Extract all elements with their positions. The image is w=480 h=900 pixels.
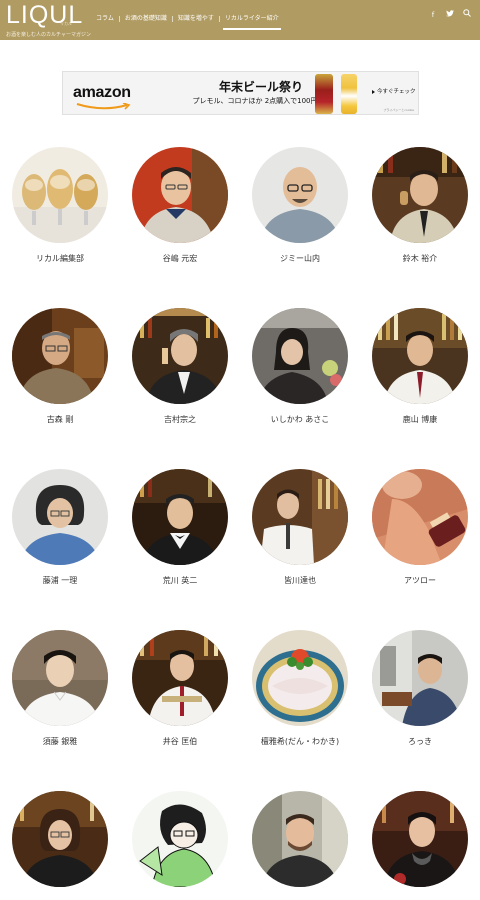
writer-avatar[interactable] [132,147,228,243]
facebook-icon[interactable]: f [428,9,438,21]
writer-card[interactable]: アツロー [372,469,468,599]
nav-item-writers[interactable]: リカルライター紹介 [222,13,281,30]
writer-avatar[interactable] [12,791,108,887]
writer-avatar[interactable] [12,469,108,565]
writer-name[interactable]: 谷嶋 元宏 [122,253,238,264]
nav-divider [218,16,220,22]
nav-item-basics[interactable]: お酒の基礎知識 [125,13,167,25]
writer-card[interactable]: 吉村宗之 [132,308,228,438]
amazon-logo: amazon [73,84,131,101]
writer-avatar[interactable] [372,469,468,565]
writer-name[interactable]: ジミー山内 [242,253,358,264]
search-icon[interactable] [462,9,472,21]
writer-avatar[interactable] [252,630,348,726]
writer-card[interactable] [252,791,348,900]
nav-item-label: リカルライター紹介 [224,15,279,22]
writer-name[interactable]: 皆川達也 [242,575,358,586]
writer-card[interactable]: 鹿山 博康 [372,308,468,438]
amazon-ad-banner[interactable]: amazon 年末ビール祭り プレモル、コロナほか 2点購入で100円引き 今す… [62,71,419,115]
writer-name[interactable]: リカル編集部 [2,253,118,264]
writer-card[interactable]: リカル編集部 [12,147,108,277]
writer-name[interactable]: 荒川 英二 [122,575,238,586]
nav-item-label: 知識を増やす [177,15,214,22]
writer-avatar[interactable] [12,147,108,243]
writer-name[interactable]: いしかわ あさこ [242,414,358,425]
writer-name[interactable]: 古森 剛 [2,414,118,425]
writer-name[interactable]: 鈴木 裕介 [362,253,478,264]
writer-card[interactable]: ろっき [372,630,468,760]
nav-divider [171,16,173,22]
writer-card[interactable]: 荒川 英二 [132,469,228,599]
writer-avatar[interactable] [252,308,348,404]
writer-avatar[interactable] [252,791,348,887]
writer-card[interactable] [132,791,228,900]
writer-card[interactable]: 井谷 匡伯 [132,630,228,760]
nav-item-knowledge[interactable]: 知識を増やす [178,13,214,25]
banner-cta-link[interactable]: 今すぐチェック [372,87,416,95]
twitter-icon[interactable] [445,9,455,21]
writer-name[interactable]: 須藤 銀雅 [2,736,118,747]
writer-avatar[interactable] [372,630,468,726]
writer-name[interactable]: 鹿山 博康 [362,414,478,425]
writer-card[interactable]: 皆川達也 [252,469,348,599]
writer-avatar[interactable] [12,308,108,404]
writer-name[interactable]: 吉村宗之 [122,414,238,425]
amazon-smile-icon [76,103,131,110]
site-header: LIQUL リカル お酒を楽しむ人のカルチャーマガジン コラム お酒の基礎知識 … [0,0,480,40]
writer-name[interactable]: 檀雅希(だん・わかき) [242,736,358,747]
nav-item-label: コラム [96,15,114,22]
ad-privacy-note[interactable]: プライバシーとcookie [383,108,414,112]
nav-divider [118,16,120,22]
writer-name[interactable]: ろっき [362,736,478,747]
main-nav: コラム お酒の基礎知識 知識を増やす リカルライター紹介 [96,13,281,30]
writer-card[interactable]: 鈴木 裕介 [372,147,468,277]
nav-item-label: お酒の基礎知識 [124,15,167,22]
writer-card[interactable] [12,791,108,900]
writer-avatar[interactable] [252,469,348,565]
writer-name[interactable]: 井谷 匡伯 [122,736,238,747]
writer-avatar[interactable] [132,308,228,404]
writer-name[interactable]: アツロー [362,575,478,586]
writer-avatar[interactable] [132,469,228,565]
writer-avatar[interactable] [132,791,228,887]
writer-avatar[interactable] [372,147,468,243]
site-logo-subtitle: リカル [60,21,72,26]
writer-avatar[interactable] [12,630,108,726]
writer-avatar[interactable] [372,308,468,404]
writer-card[interactable]: 檀雅希(だん・わかき) [252,630,348,760]
corona-beer-image [341,74,357,114]
site-tagline: お酒を楽しむ人のカルチャーマガジン [6,32,91,38]
writer-avatar[interactable] [132,630,228,726]
banner-subtitle: プレモル、コロナほか 2点購入で100円引き [192,97,332,105]
writer-card[interactable]: 谷嶋 元宏 [132,147,228,277]
premium-malts-beer-image [315,74,333,114]
nav-item-column[interactable]: コラム [96,13,114,25]
writer-card[interactable]: 古森 剛 [12,308,108,438]
writer-card[interactable]: 須藤 銀雅 [12,630,108,760]
social-links: f [428,9,472,21]
writer-card[interactable] [372,791,468,900]
writer-card[interactable]: ジミー山内 [252,147,348,277]
writer-name[interactable]: 藤浦 一理 [2,575,118,586]
writer-card[interactable]: いしかわ あさこ [252,308,348,438]
writer-avatar[interactable] [372,791,468,887]
writer-card[interactable]: 藤浦 一理 [12,469,108,599]
writer-avatar[interactable] [252,147,348,243]
